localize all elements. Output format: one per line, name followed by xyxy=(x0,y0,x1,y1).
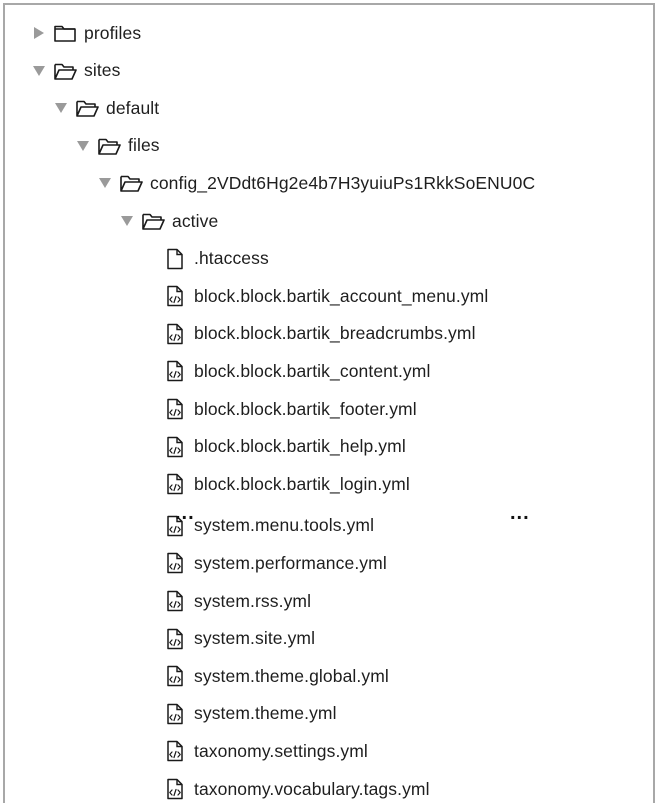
triangle-down-icon[interactable] xyxy=(31,63,47,79)
folder-row-active[interactable]: active xyxy=(5,203,653,239)
triangle-down-icon[interactable] xyxy=(53,100,69,116)
file-row-block-block-bartik-login-yml[interactable]: block.block.bartik_login.yml xyxy=(5,466,653,502)
folder-open-icon xyxy=(53,60,77,82)
file-row-block-block-bartik-footer-yml[interactable]: block.block.bartik_footer.yml xyxy=(5,391,653,427)
ellipsis-right: ... xyxy=(510,502,530,524)
tree-item-label: profiles xyxy=(84,22,142,43)
code-file-icon xyxy=(163,436,187,458)
code-file-icon xyxy=(163,665,187,687)
file-row-taxonomy-vocabulary-tags-yml[interactable]: taxonomy.vocabulary.tags.yml xyxy=(5,771,653,803)
triangle-down-icon[interactable] xyxy=(97,175,113,191)
folder-row-profiles[interactable]: profiles xyxy=(5,15,653,51)
tree-item-label: files xyxy=(128,135,160,156)
triangle-right-icon[interactable] xyxy=(31,25,47,41)
folder-row-files[interactable]: files xyxy=(5,128,653,164)
code-file-icon xyxy=(163,360,187,382)
file-row-block-block-bartik-breadcrumbs-yml[interactable]: block.block.bartik_breadcrumbs.yml xyxy=(5,316,653,352)
code-file-icon xyxy=(163,590,187,612)
tree-item-label: system.menu.tools.yml xyxy=(194,515,375,536)
code-file-icon xyxy=(163,323,187,345)
tree-item-label: default xyxy=(106,97,160,118)
file-row-system-site-yml[interactable]: system.site.yml xyxy=(5,621,653,657)
code-file-icon xyxy=(163,285,187,307)
folder-open-icon xyxy=(141,210,165,232)
tree-item-label: sites xyxy=(84,60,121,81)
file-row-system-menu-tools-yml[interactable]: system.menu.tools.yml xyxy=(5,508,653,544)
code-file-icon xyxy=(163,628,187,650)
tree-item-label: taxonomy.settings.yml xyxy=(194,740,368,761)
ellipsis-left: ... xyxy=(175,502,195,524)
file-row-block-block-bartik-content-yml[interactable]: block.block.bartik_content.yml xyxy=(5,353,653,389)
triangle-down-icon[interactable] xyxy=(119,213,135,229)
tree-item-label: block.block.bartik_account_menu.yml xyxy=(194,285,489,306)
folder-open-icon xyxy=(75,97,99,119)
file-row-block-block-bartik-account-menu-yml[interactable]: block.block.bartik_account_menu.yml xyxy=(5,278,653,314)
tree-item-label: system.rss.yml xyxy=(194,590,312,611)
code-file-icon xyxy=(163,778,187,800)
tree-item-label: system.theme.global.yml xyxy=(194,665,389,686)
tree-item-label: block.block.bartik_help.yml xyxy=(194,436,406,457)
tree-item-label: system.performance.yml xyxy=(194,552,387,573)
code-file-icon xyxy=(163,703,187,725)
folder-open-icon xyxy=(119,172,143,194)
tree-item-label: taxonomy.vocabulary.tags.yml xyxy=(194,778,430,799)
tree-item-label: block.block.bartik_breadcrumbs.yml xyxy=(194,323,476,344)
tree-item-label: block.block.bartik_content.yml xyxy=(194,360,431,381)
file-row-system-rss-yml[interactable]: system.rss.yml xyxy=(5,583,653,619)
file-row-block-block-bartik-help-yml[interactable]: block.block.bartik_help.yml xyxy=(5,429,653,465)
folder-open-icon xyxy=(97,135,121,157)
tree-item-label: system.site.yml xyxy=(194,628,316,649)
tree-item-label: block.block.bartik_footer.yml xyxy=(194,398,417,419)
file-row-system-theme-global-yml[interactable]: system.theme.global.yml xyxy=(5,658,653,694)
folder-row-config-2vddt6hg2e4b7h3yuiups1rkksoenu0c[interactable]: config_2VDdt6Hg2e4b7H3yuiuPs1RkkSoENU0C xyxy=(5,165,653,201)
tree-item-label: system.theme.yml xyxy=(194,703,337,724)
tree-item-label: config_2VDdt6Hg2e4b7H3yuiuPs1RkkSoENU0C xyxy=(150,172,536,193)
code-file-icon xyxy=(163,398,187,420)
code-file-icon xyxy=(163,740,187,762)
folder-row-default[interactable]: default xyxy=(5,90,653,126)
file-row-taxonomy-settings-yml[interactable]: taxonomy.settings.yml xyxy=(5,733,653,769)
file-row-system-theme-yml[interactable]: system.theme.yml xyxy=(5,696,653,732)
folder-row-sites[interactable]: sites xyxy=(5,53,653,89)
file-row-htaccess[interactable]: .htaccess xyxy=(5,241,653,277)
code-file-icon xyxy=(163,473,187,495)
code-file-icon xyxy=(163,552,187,574)
file-icon xyxy=(163,248,187,270)
file-row-system-performance-yml[interactable]: system.performance.yml xyxy=(5,545,653,581)
folder-icon xyxy=(53,22,77,44)
tree-item-label: .htaccess xyxy=(194,248,269,269)
file-tree-panel: profiles sites default files config_2VDdt6Hg… xyxy=(3,3,655,803)
tree-item-label: block.block.bartik_login.yml xyxy=(194,473,410,494)
triangle-down-icon[interactable] xyxy=(75,138,91,154)
tree-item-label: active xyxy=(172,210,219,231)
